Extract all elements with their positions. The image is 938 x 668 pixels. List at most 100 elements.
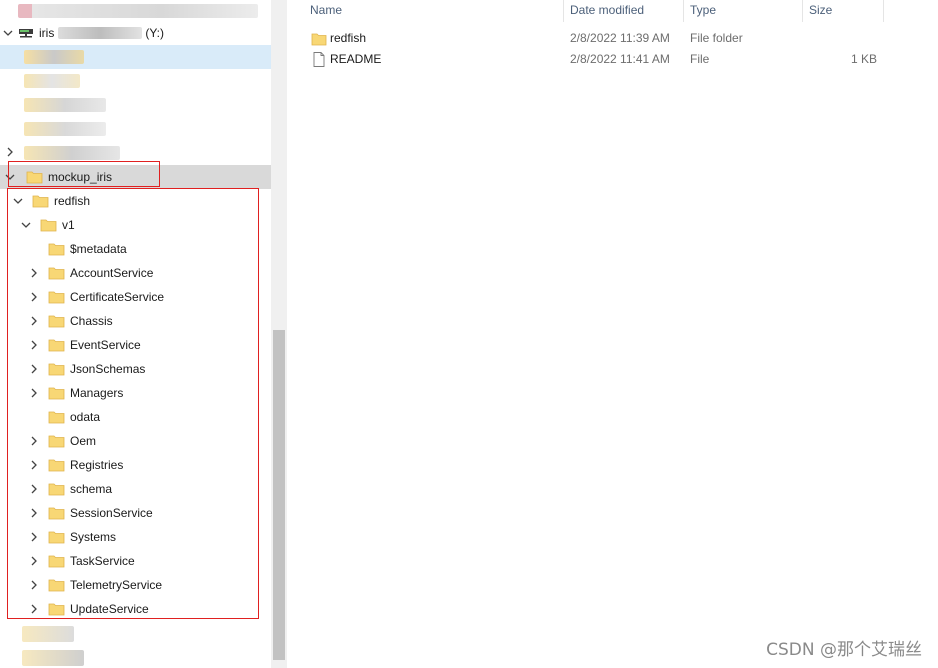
redacted-item (22, 650, 84, 666)
navigation-pane: iris (Y:) mockup_iris redfish v1 $metadata… (0, 0, 287, 668)
tree-item[interactable]: Managers (0, 381, 271, 405)
chevron-right-icon[interactable] (28, 387, 40, 399)
tree-item-label: SessionService (70, 506, 153, 520)
folder-icon (32, 193, 49, 209)
file-row[interactable]: redfish 2/8/2022 11:39 AM File folder (287, 28, 938, 49)
chevron-right-icon[interactable] (28, 531, 40, 543)
tree-item-label: Managers (70, 386, 124, 400)
tree-item[interactable]: TelemetryService (0, 573, 271, 597)
chevron-right-icon[interactable] (28, 435, 40, 447)
tree-item-label: TaskService (70, 554, 135, 568)
tree-item[interactable]: TaskService (0, 549, 271, 573)
drive-row[interactable]: iris (Y:) (0, 21, 271, 45)
folder-icon (48, 601, 65, 617)
chevron-down-icon[interactable] (4, 171, 16, 183)
tree-item[interactable]: Systems (0, 525, 271, 549)
tree-item-label: redfish (54, 194, 91, 208)
tree-item-label: odata (70, 410, 101, 424)
file-type: File folder (690, 31, 743, 45)
redacted-item (22, 626, 74, 642)
tree-item[interactable]: Registries (0, 453, 271, 477)
chevron-placeholder (28, 411, 40, 423)
tree-item-label: EventService (70, 338, 141, 352)
file-name: README (330, 52, 382, 66)
redacted-item (24, 122, 106, 136)
chevron-right-icon[interactable] (28, 507, 40, 519)
tree-item[interactable]: UpdateService (0, 597, 271, 621)
column-header-type[interactable]: Type (684, 0, 802, 22)
folder-icon (48, 289, 65, 305)
chevron-down-icon[interactable] (2, 27, 14, 39)
file-type: File (690, 52, 710, 66)
tree-item[interactable]: Chassis (0, 309, 271, 333)
folder-icon (26, 169, 43, 185)
folder-icon (48, 481, 65, 497)
tree-item-label: schema (70, 482, 113, 496)
tree-item-label: CertificateService (70, 290, 165, 304)
chevron-right-icon[interactable] (28, 339, 40, 351)
column-header-date-modified[interactable]: Date modified (564, 0, 684, 22)
tree-item[interactable]: JsonSchemas (0, 357, 271, 381)
tree-item-label: $metadata (70, 242, 127, 256)
folder-icon (48, 265, 65, 281)
file-name: redfish (330, 31, 367, 45)
folder-icon (48, 337, 65, 353)
tree-item-label: v1 (62, 218, 75, 232)
tree-item-label: UpdateService (70, 602, 149, 616)
folder-label: mockup_iris (48, 170, 113, 184)
chevron-right-icon[interactable] (28, 555, 40, 567)
tree-item-label: TelemetryService (70, 578, 163, 592)
tree-item[interactable]: odata (0, 405, 271, 429)
redacted-item (24, 50, 84, 64)
navigation-scrollbar[interactable] (271, 0, 287, 668)
chevron-right-icon[interactable] (28, 579, 40, 591)
chevron-right-icon[interactable] (28, 291, 40, 303)
file-list-pane: Name Date modified Type Size redfish 2/8/… (287, 0, 938, 668)
scrollbar-thumb[interactable] (273, 330, 285, 660)
chevron-right-icon[interactable] (28, 603, 40, 615)
folder-icon (40, 217, 57, 233)
file-date-modified: 2/8/2022 11:39 AM (570, 31, 670, 45)
chevron-right-icon[interactable] (4, 146, 16, 158)
folder-icon (48, 529, 65, 545)
chevron-down-icon[interactable] (12, 195, 24, 207)
tree-item[interactable]: v1 (0, 213, 271, 237)
folder-icon (48, 385, 65, 401)
folder-icon (311, 30, 327, 47)
tree-item[interactable]: AccountService (0, 261, 271, 285)
folder-row-mockup-iris[interactable]: mockup_iris (0, 165, 271, 189)
folder-icon (48, 361, 65, 377)
tree-item[interactable]: $metadata (0, 237, 271, 261)
chevron-down-icon[interactable] (20, 219, 32, 231)
folder-icon (48, 553, 65, 569)
folder-icon (48, 505, 65, 521)
chevron-right-icon[interactable] (28, 267, 40, 279)
tree-item[interactable]: redfish (0, 189, 271, 213)
network-drive-icon (18, 27, 34, 39)
file-row[interactable]: README 2/8/2022 11:41 AM File 1 KB (287, 49, 938, 70)
column-divider[interactable] (883, 0, 884, 22)
chevron-right-icon[interactable] (28, 315, 40, 327)
file-size: 1 KB (850, 52, 877, 66)
tree-item-label: Registries (70, 458, 124, 472)
folder-icon (48, 577, 65, 593)
chevron-right-icon[interactable] (28, 483, 40, 495)
chevron-right-icon[interactable] (28, 363, 40, 375)
file-date-modified: 2/8/2022 11:41 AM (570, 52, 670, 66)
chevron-right-icon[interactable] (28, 459, 40, 471)
tree-item-label: Systems (70, 530, 117, 544)
folder-icon (48, 433, 65, 449)
tree-item[interactable]: EventService (0, 333, 271, 357)
tree-item[interactable]: CertificateService (0, 285, 271, 309)
file-icon (311, 51, 327, 68)
folder-icon (48, 313, 65, 329)
chevron-placeholder (28, 243, 40, 255)
tree-item[interactable]: Oem (0, 429, 271, 453)
file-size (807, 28, 877, 49)
column-header-size[interactable]: Size (803, 0, 883, 22)
tree-item[interactable]: SessionService (0, 501, 271, 525)
folder-icon (48, 241, 65, 257)
tree-item[interactable]: schema (0, 477, 271, 501)
watermark: CSDN @那个艾瑞丝 (766, 640, 922, 660)
column-header-name[interactable]: Name (304, 0, 564, 22)
